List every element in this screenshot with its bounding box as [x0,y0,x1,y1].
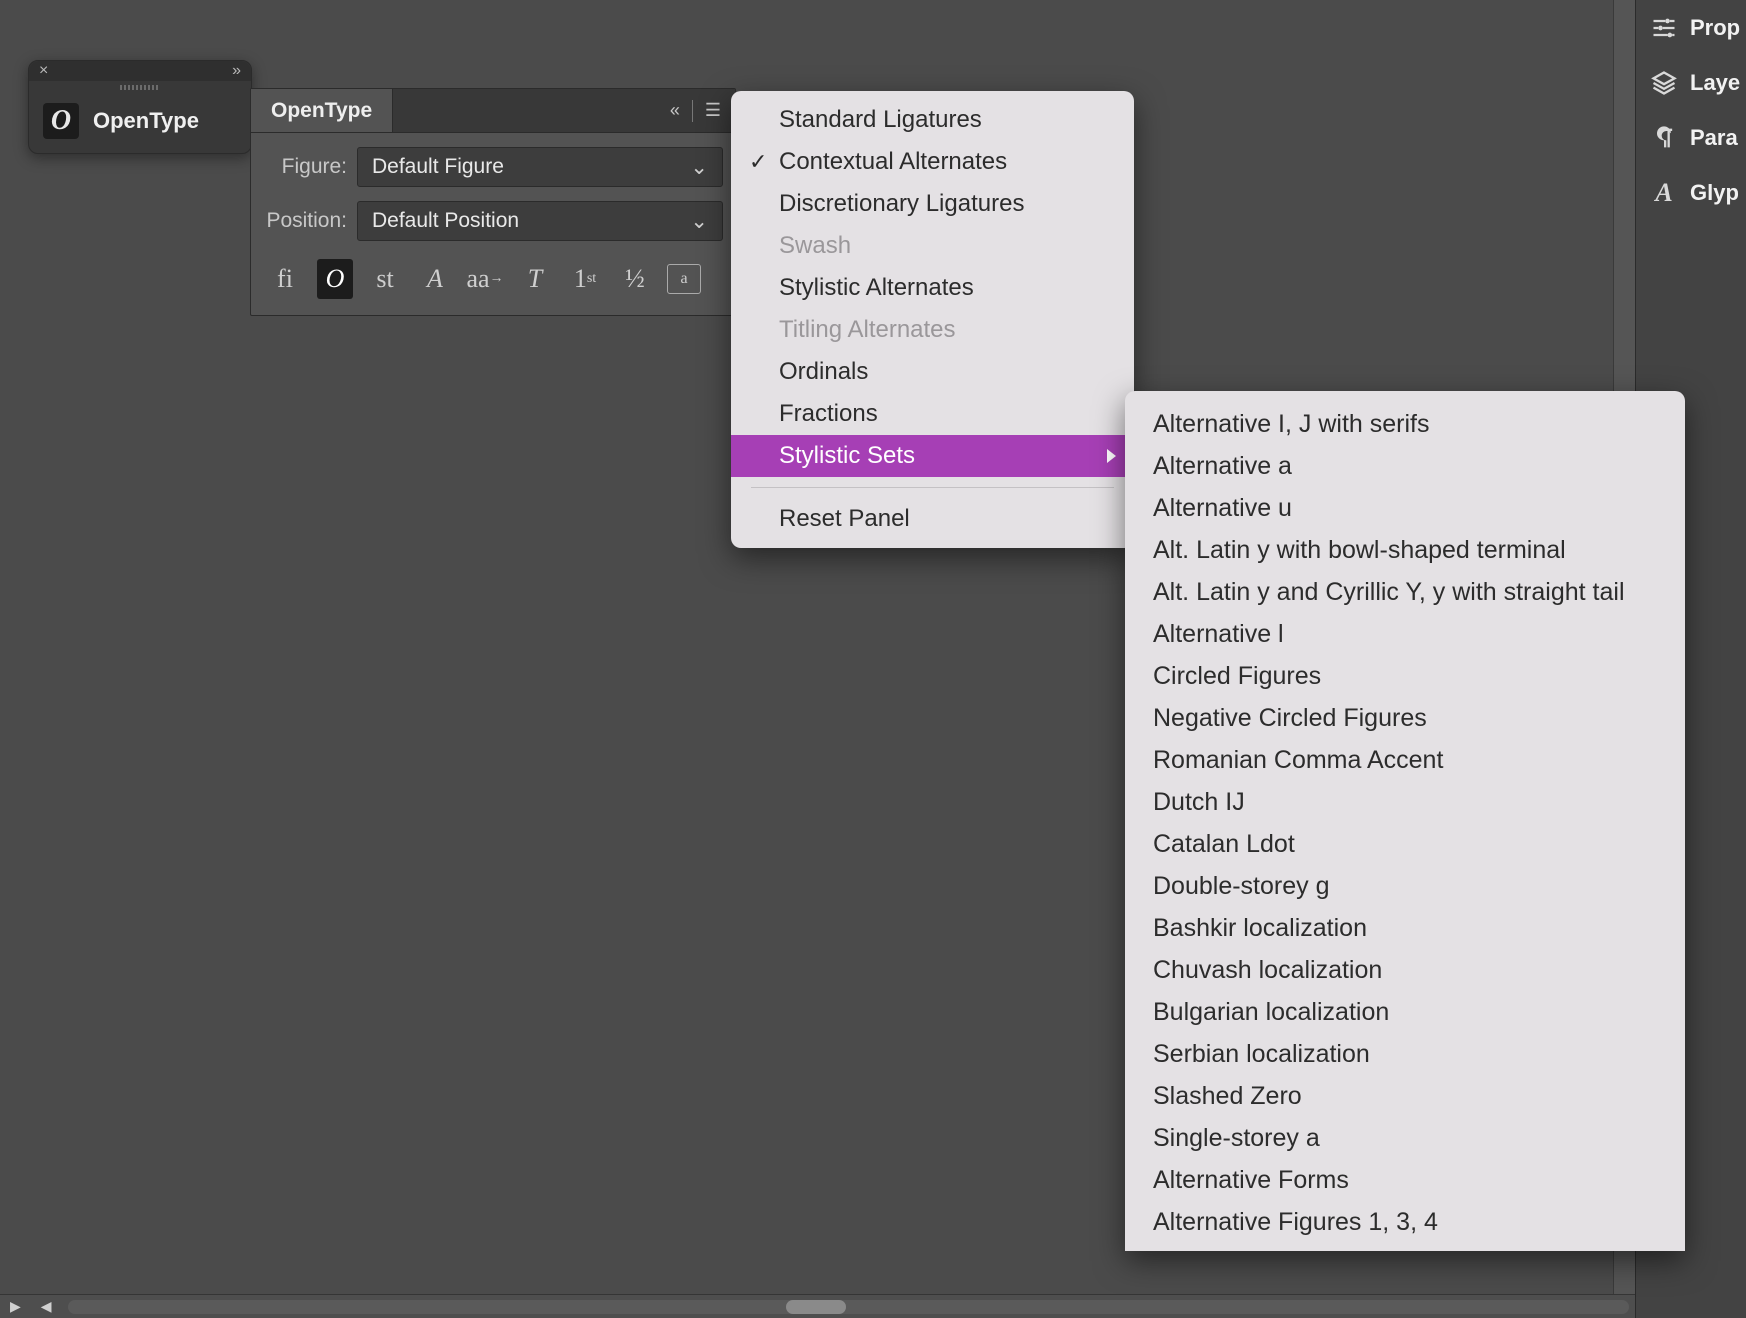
sidebar-item-label: Para [1690,125,1738,151]
submenu-item[interactable]: Alternative a [1125,445,1685,487]
opentype-feature-icons: fi O st A aa→ T 1st ½ a [251,245,735,315]
submenu-item[interactable]: Alt. Latin y and Cyrillic Y, y with stra… [1125,571,1685,613]
scroll-left-icon[interactable]: ◀ [31,1298,62,1315]
panel-tabbar: OpenType « ☰ [251,89,735,133]
pilcrow-icon [1650,124,1678,152]
submenu-item[interactable]: Alternative Figures 1, 3, 4 [1125,1201,1685,1243]
menu-divider [751,487,1114,488]
scrollbar-track[interactable] [68,1300,1629,1314]
submenu-item[interactable]: Dutch IJ [1125,781,1685,823]
submenu-item[interactable]: Alternative I, J with serifs [1125,403,1685,445]
submenu-item[interactable]: Alternative u [1125,487,1685,529]
collapsed-panel-label: OpenType [93,108,199,134]
scrollbar-thumb[interactable] [786,1300,846,1314]
chevron-down-icon: ⌄ [690,209,708,234]
menu-item-discretionary-ligatures[interactable]: Discretionary Ligatures [731,183,1134,225]
stylistic-sets-button[interactable]: a [667,264,701,294]
sidebar-item-label: Laye [1690,70,1740,96]
opentype-o-icon: O [43,103,79,139]
menu-item-stylistic-sets[interactable]: Stylistic Sets [731,435,1134,477]
menu-item-reset-panel[interactable]: Reset Panel [731,498,1134,540]
fractions-button[interactable]: ½ [617,259,653,299]
submenu-chevron-icon [1107,449,1116,463]
separator [692,100,693,122]
collapsed-opentype-panel[interactable]: × » O OpenType [28,60,252,154]
stylistic-label: aa [466,264,489,294]
figure-select[interactable]: Default Figure ⌄ [357,147,723,187]
panel-menu-icon[interactable]: ☰ [701,96,725,125]
menu-item-stylistic-alternates[interactable]: Stylistic Alternates [731,267,1134,309]
submenu-item[interactable]: Slashed Zero [1125,1075,1685,1117]
scroll-play-icon[interactable]: ▶ [0,1298,31,1315]
submenu-item[interactable]: Negative Circled Figures [1125,697,1685,739]
menu-item-contextual-alternates[interactable]: Contextual Alternates [731,141,1134,183]
submenu-item[interactable]: Serbian localization [1125,1033,1685,1075]
close-icon[interactable]: × [39,62,48,80]
opentype-panel-menu: Standard Ligatures Contextual Alternates… [731,91,1134,548]
sliders-icon [1650,14,1678,42]
ord-st: st [587,271,596,287]
sidebar-item-glyphs[interactable]: A Glyp [1636,165,1746,220]
submenu-item[interactable]: Bulgarian localization [1125,991,1685,1033]
position-label: Position: [263,209,347,233]
chevron-down-icon: ⌄ [690,155,708,180]
horizontal-scrollbar[interactable]: ▶ ◀ [0,1294,1635,1318]
tab-opentype[interactable]: OpenType [251,89,393,132]
layers-icon [1650,69,1678,97]
sidebar-item-paragraph[interactable]: Para [1636,110,1746,165]
opentype-panel: OpenType « ☰ Figure: Default Figure ⌄ Po… [250,88,736,316]
submenu-item[interactable]: Alt. Latin y with bowl-shaped terminal [1125,529,1685,571]
stylistic-sets-submenu: Alternative I, J with serifs Alternative… [1125,391,1685,1251]
submenu-item[interactable]: Chuvash localization [1125,949,1685,991]
ord-1: 1 [574,264,587,294]
submenu-item[interactable]: Alternative Forms [1125,1159,1685,1201]
submenu-item[interactable]: Catalan Ldot [1125,823,1685,865]
expand-icon[interactable]: » [232,62,241,80]
figure-select-value: Default Figure [372,155,504,179]
menu-item-titling-alternates: Titling Alternates [731,309,1134,351]
collapsed-panel-titlebar[interactable]: × » [29,61,251,81]
menu-item-ordinals[interactable]: Ordinals [731,351,1134,393]
submenu-item[interactable]: Romanian Comma Accent [1125,739,1685,781]
submenu-item[interactable]: Single-storey a [1125,1117,1685,1159]
sidebar-item-label: Glyp [1690,180,1739,206]
collapse-icon[interactable]: « [666,96,684,125]
submenu-item[interactable]: Circled Figures [1125,655,1685,697]
stylistic-alternates-button[interactable]: aa→ [467,259,503,299]
figure-label: Figure: [263,155,347,179]
position-select-value: Default Position [372,209,519,233]
menu-item-label: Stylistic Sets [779,442,915,470]
standard-ligatures-button[interactable]: fi [267,259,303,299]
titling-alternates-button[interactable]: T [517,259,553,299]
menu-item-swash: Swash [731,225,1134,267]
position-select[interactable]: Default Position ⌄ [357,201,723,241]
sidebar-item-layers[interactable]: Laye [1636,55,1746,110]
glyph-a-icon: A [1650,179,1678,207]
contextual-alternates-button[interactable]: O [317,259,353,299]
sidebar-item-label: Prop [1690,15,1740,41]
discretionary-ligatures-button[interactable]: st [367,259,403,299]
drag-grip[interactable] [29,81,251,93]
menu-item-standard-ligatures[interactable]: Standard Ligatures [731,99,1134,141]
submenu-item[interactable]: Alternative l [1125,613,1685,655]
sidebar-item-properties[interactable]: Prop [1636,0,1746,55]
collapsed-panel-row[interactable]: O OpenType [29,93,251,153]
submenu-item[interactable]: Double-storey g [1125,865,1685,907]
swash-button[interactable]: A [417,259,453,299]
menu-item-fractions[interactable]: Fractions [731,393,1134,435]
submenu-item[interactable]: Bashkir localization [1125,907,1685,949]
ordinals-button[interactable]: 1st [567,259,603,299]
